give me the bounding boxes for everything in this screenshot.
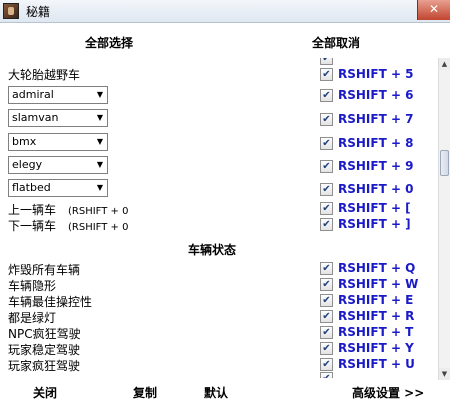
cheat-name: 上一辆车 [8, 203, 57, 217]
select-value: bmx [12, 135, 37, 148]
checkbox[interactable]: ✔ [320, 113, 333, 126]
cheat-name: 下一辆车 [8, 219, 57, 233]
scroll-thumb[interactable] [440, 150, 449, 176]
checkbox[interactable]: ✔ [320, 262, 333, 275]
checkbox[interactable]: ✔ [320, 160, 333, 173]
shortcut-key: RSHIFT + Q [338, 261, 416, 275]
scroll-down-icon[interactable]: ▼ [439, 368, 450, 380]
scroll-up-icon[interactable]: ▲ [439, 58, 450, 70]
shortcut-key: RSHIFT + E [338, 293, 414, 307]
shortcut-key: RSHIFT + 6 [338, 88, 414, 102]
select-value: flatbed [12, 181, 51, 194]
checkbox[interactable]: ✔ [320, 326, 333, 339]
select-value: admiral [12, 88, 54, 101]
checkbox[interactable]: ✔ [320, 278, 333, 291]
cheat-label: 车辆隐形 [8, 279, 57, 293]
vehicle-select[interactable]: elegy ▼ [8, 156, 108, 174]
vehicle-select[interactable]: slamvan ▼ [8, 109, 108, 127]
window-title: 秘籍 [26, 5, 51, 19]
shortcut-key: RSHIFT + 7 [338, 112, 414, 126]
checkbox[interactable]: ✔ [320, 294, 333, 307]
cheat-shortcut-hint: (RSHIFT + 0 [68, 206, 129, 217]
checkbox[interactable]: ✔ [320, 137, 333, 150]
checkbox[interactable]: ✔ [320, 183, 333, 196]
checkbox[interactable]: ✔ [320, 218, 333, 231]
vertical-scrollbar[interactable]: ▲ ▼ [438, 58, 450, 380]
checkbox[interactable]: ✔ [320, 68, 333, 81]
chevron-down-icon: ▼ [96, 160, 103, 169]
close-button[interactable]: 关闭 [33, 384, 57, 401]
copy-button[interactable]: 复制 [133, 384, 157, 401]
cheat-shortcut-hint: (RSHIFT + 0 [68, 222, 129, 233]
shortcut-key: RSHIFT + ] [338, 217, 411, 231]
shortcut-key: RSHIFT + T [338, 325, 414, 339]
checkbox[interactable]: ✔ [320, 89, 333, 102]
shortcut-key: RSHIFT + 8 [338, 136, 414, 150]
checkbox[interactable]: ✔ [320, 310, 333, 323]
shortcut-key: RSHIFT + [ [338, 201, 411, 215]
vehicle-select[interactable]: admiral ▼ [8, 86, 108, 104]
select-value: slamvan [12, 111, 59, 124]
checkbox[interactable]: ✔ [320, 58, 333, 65]
cheat-label: 上一辆车 (RSHIFT + 0 [8, 201, 128, 218]
deselect-all-button[interactable]: 全部取消 [312, 34, 360, 51]
select-value: elegy [12, 158, 43, 171]
shortcut-key: RSHIFT + R [338, 309, 415, 323]
close-window-button[interactable]: ✕ [417, 0, 450, 20]
title-bar: 秘籍 ✕ [0, 0, 450, 23]
cheat-label: 都是绿灯 [8, 311, 57, 325]
chevron-down-icon: ▼ [96, 90, 103, 99]
shortcut-key: RSHIFT + U [338, 357, 415, 371]
select-all-button[interactable]: 全部选择 [85, 34, 133, 51]
cheat-list: ✔ 大轮胎越野车 ✔ RSHIFT + 5 admiral ▼ ✔ RSHIFT … [0, 58, 438, 378]
chevron-down-icon: ▼ [96, 183, 103, 192]
checkbox[interactable]: ✔ [320, 342, 333, 355]
shortcut-key: RSHIFT + Y [338, 341, 414, 355]
cheat-label: 下一辆车 (RSHIFT + 0 [8, 217, 128, 234]
chevron-down-icon: ▼ [96, 137, 103, 146]
checkbox[interactable]: ✔ [320, 372, 333, 378]
app-icon [3, 3, 19, 19]
shortcut-key: RSHIFT + 5 [338, 67, 414, 81]
cheat-label: 大轮胎越野车 [8, 68, 81, 82]
section-title: 车辆状态 [188, 243, 237, 257]
chevron-down-icon: ▼ [96, 113, 103, 122]
checkbox[interactable]: ✔ [320, 202, 333, 215]
cheat-label: 车辆最佳操控性 [8, 295, 93, 309]
cheat-label: 玩家疯狂驾驶 [8, 359, 81, 373]
default-button[interactable]: 默认 [204, 384, 228, 401]
cheat-label: 炸毁所有车辆 [8, 263, 81, 277]
advanced-settings-button[interactable]: 高级设置 >> [352, 384, 424, 401]
cheat-label: NPC疯狂驾驶 [8, 327, 81, 341]
vehicle-select[interactable]: bmx ▼ [8, 133, 108, 151]
shortcut-key: RSHIFT + 0 [338, 182, 414, 196]
shortcut-key: RSHIFT + 9 [338, 159, 414, 173]
checkbox[interactable]: ✔ [320, 358, 333, 371]
vehicle-select[interactable]: flatbed ▼ [8, 179, 108, 197]
shortcut-key: RSHIFT + W [338, 277, 419, 291]
cheat-label: 玩家稳定驾驶 [8, 343, 81, 357]
